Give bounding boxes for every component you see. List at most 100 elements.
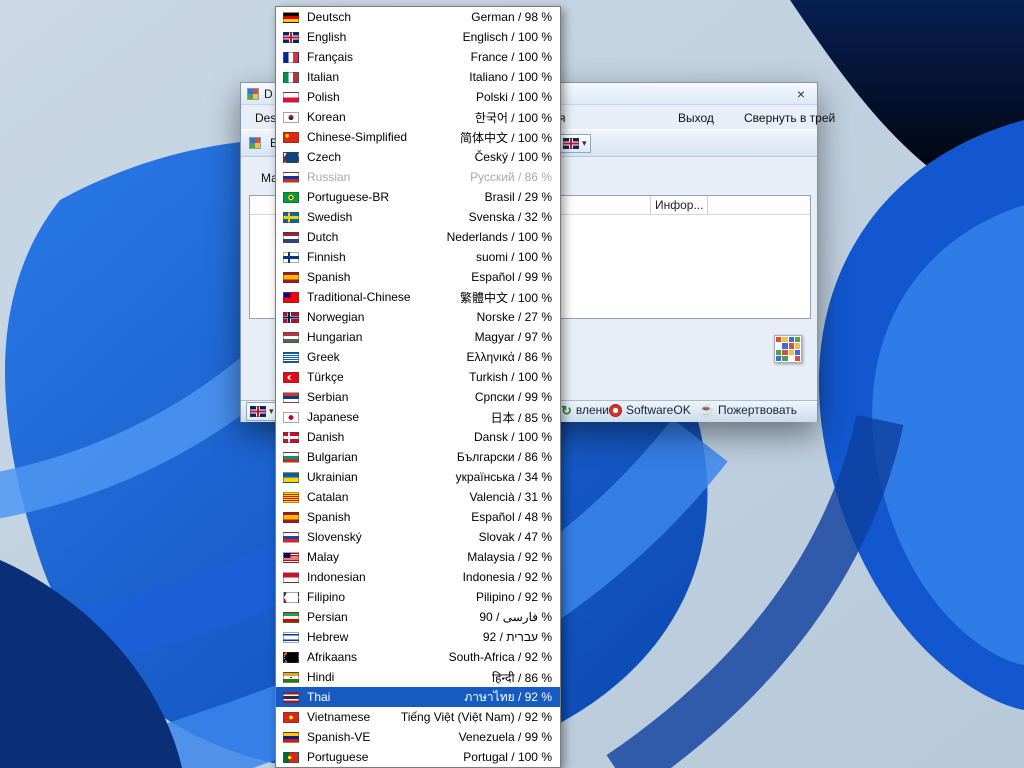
- language-menu-item[interactable]: Afrikaans South-Africa / 92 %: [276, 647, 560, 667]
- language-menu-item[interactable]: Russian Русский / 86 %: [276, 167, 560, 187]
- language-menu-item[interactable]: Hungarian Magyar / 97 %: [276, 327, 560, 347]
- language-menu-item[interactable]: Vietnamese Tiếng Việt (Việt Nam) / 92 %: [276, 707, 560, 727]
- language-name: Spanish: [307, 270, 351, 284]
- language-menu-item[interactable]: Polish Polski / 100 %: [276, 87, 560, 107]
- language-menu-item[interactable]: Indonesian Indonesia / 92 %: [276, 567, 560, 587]
- update-button[interactable]: ↻ вление: [561, 403, 616, 417]
- language-menu-item[interactable]: Deutsch German / 98 %: [276, 7, 560, 27]
- flag-icon: [283, 631, 299, 643]
- language-detail: Slovak / 47 %: [478, 530, 552, 544]
- flag-icon: [283, 131, 299, 143]
- language-menu-item[interactable]: Swedish Svenska / 32 %: [276, 207, 560, 227]
- language-detail: Český / 100 %: [474, 150, 552, 164]
- softwareok-button[interactable]: SoftwareOK: [609, 403, 691, 417]
- grid-icon: [249, 137, 261, 149]
- language-menu-item[interactable]: Greek Ελληνικά / 86 %: [276, 347, 560, 367]
- update-icon: ↻: [561, 402, 572, 418]
- flag-icon: [283, 11, 299, 23]
- flag-icon: [283, 311, 299, 323]
- language-detail: Portugal / 100 %: [463, 750, 552, 764]
- language-name: Norwegian: [307, 310, 365, 324]
- language-name: Slovenský: [307, 530, 362, 544]
- language-name: Czech: [307, 150, 342, 164]
- flag-icon: [283, 431, 299, 443]
- language-name: Italian: [307, 70, 340, 84]
- language-menu-item[interactable]: Slovenský Slovak / 47 %: [276, 527, 560, 547]
- language-menu-item[interactable]: Bulgarian Български / 86 %: [276, 447, 560, 467]
- language-menu-item[interactable]: Finnish suomi / 100 %: [276, 247, 560, 267]
- language-detail: France / 100 %: [470, 50, 552, 64]
- language-detail: Valencià / 31 %: [469, 490, 553, 504]
- language-menu-item[interactable]: Malay Malaysia / 92 %: [276, 547, 560, 567]
- desktop: D × Desk я Выход Свернуть в трей B ▾ Ма …: [0, 0, 1024, 768]
- language-menu-item[interactable]: Filipino Pilipino / 92 %: [276, 587, 560, 607]
- language-detail: 繁體中文 / 100 %: [459, 290, 552, 305]
- language-menu-item[interactable]: Spanish-VE Venezuela / 99 %: [276, 727, 560, 747]
- language-menu-item[interactable]: Hebrew עברית / 92 %: [276, 627, 560, 647]
- language-menu-item[interactable]: Danish Dansk / 100 %: [276, 427, 560, 447]
- language-menu-item[interactable]: Catalan Valencià / 31 %: [276, 487, 560, 507]
- flag-icon: [283, 111, 299, 123]
- language-name: Indonesian: [307, 570, 366, 584]
- toolbar-language-combo[interactable]: ▾: [559, 134, 591, 153]
- language-menu-item[interactable]: Spanish Español / 48 %: [276, 507, 560, 527]
- language-name: Thai: [307, 690, 331, 704]
- donate-icon: ☕: [699, 403, 714, 417]
- language-detail: فارسی / 90 %: [479, 610, 552, 624]
- listview-column-info[interactable]: Инфор...: [650, 196, 708, 215]
- language-menu-item[interactable]: Hindi हिन्दी / 86 %: [276, 667, 560, 687]
- window-title: D: [264, 86, 273, 101]
- language-menu-item[interactable]: Persian فارسی / 90 %: [276, 607, 560, 627]
- menu-item-minimize-to-tray[interactable]: Свернуть в трей: [744, 111, 835, 125]
- language-name: Portuguese: [307, 750, 369, 764]
- language-menu-item[interactable]: English Englisch / 100 %: [276, 27, 560, 47]
- language-menu-item[interactable]: Serbian Српски / 99 %: [276, 387, 560, 407]
- language-detail: Turkish / 100 %: [469, 370, 552, 384]
- flag-icon: [283, 531, 299, 543]
- language-menu-list: Deutsch German / 98 % English Englisch /…: [276, 7, 560, 767]
- donate-button-label: Пожертвовать: [717, 403, 798, 417]
- language-detail: South-Africa / 92 %: [448, 650, 552, 664]
- flag-icon: [283, 391, 299, 403]
- language-menu-item[interactable]: Spanish Español / 99 %: [276, 267, 560, 287]
- language-detail: עברית / 92 %: [482, 630, 552, 644]
- language-menu-item[interactable]: Français France / 100 %: [276, 47, 560, 67]
- language-menu-item[interactable]: Portuguese Portugal / 100 %: [276, 747, 560, 767]
- flag-icon: [283, 691, 299, 703]
- language-detail: Español / 48 %: [471, 510, 552, 524]
- flag-icon: [283, 551, 299, 563]
- language-menu-item[interactable]: Korean 한국어 / 100 %: [276, 107, 560, 127]
- flag-icon: [563, 138, 579, 149]
- language-menu-item[interactable]: Portuguese-BR Brasil / 29 %: [276, 187, 560, 207]
- menu-item-exit[interactable]: Выход: [678, 111, 714, 125]
- language-name: Ukrainian: [307, 470, 358, 484]
- language-detail: Русский / 86 %: [470, 170, 552, 184]
- language-menu-item[interactable]: Czech Český / 100 %: [276, 147, 560, 167]
- language-name: Hungarian: [307, 330, 363, 344]
- donate-button[interactable]: ☕ Пожертвовать: [699, 403, 797, 417]
- close-icon[interactable]: ×: [791, 84, 811, 104]
- language-menu-item[interactable]: Italian Italiano / 100 %: [276, 67, 560, 87]
- flag-icon: [283, 211, 299, 223]
- flag-icon: [283, 151, 299, 163]
- flag-icon: [283, 91, 299, 103]
- language-detail: Ελληνικά / 86 %: [466, 350, 553, 364]
- language-name: Portuguese-BR: [307, 190, 390, 204]
- footer-language-combo[interactable]: ▾: [246, 402, 278, 421]
- language-menu-item[interactable]: Chinese-Simplified 简体中文 / 100 %: [276, 127, 560, 147]
- language-menu-item[interactable]: Dutch Nederlands / 100 %: [276, 227, 560, 247]
- language-detail: German / 98 %: [471, 10, 552, 24]
- language-name: Persian: [307, 610, 348, 624]
- language-detail: Dansk / 100 %: [473, 430, 552, 444]
- flag-icon: [283, 371, 299, 383]
- language-name: Greek: [307, 350, 340, 364]
- language-menu-item[interactable]: Japanese 日本 / 85 %: [276, 407, 560, 427]
- language-detail: 简体中文 / 100 %: [459, 130, 552, 145]
- language-detail: Indonesia / 92 %: [462, 570, 552, 584]
- language-name: Finnish: [307, 250, 346, 264]
- language-menu-item[interactable]: Ukrainian українська / 34 %: [276, 467, 560, 487]
- language-menu-item[interactable]: Traditional-Chinese 繁體中文 / 100 %: [276, 287, 560, 307]
- language-menu-item[interactable]: Türkçe Turkish / 100 %: [276, 367, 560, 387]
- language-menu-item[interactable]: Thai ภาษาไทย / 92 %: [276, 687, 560, 707]
- language-menu-item[interactable]: Norwegian Norske / 27 %: [276, 307, 560, 327]
